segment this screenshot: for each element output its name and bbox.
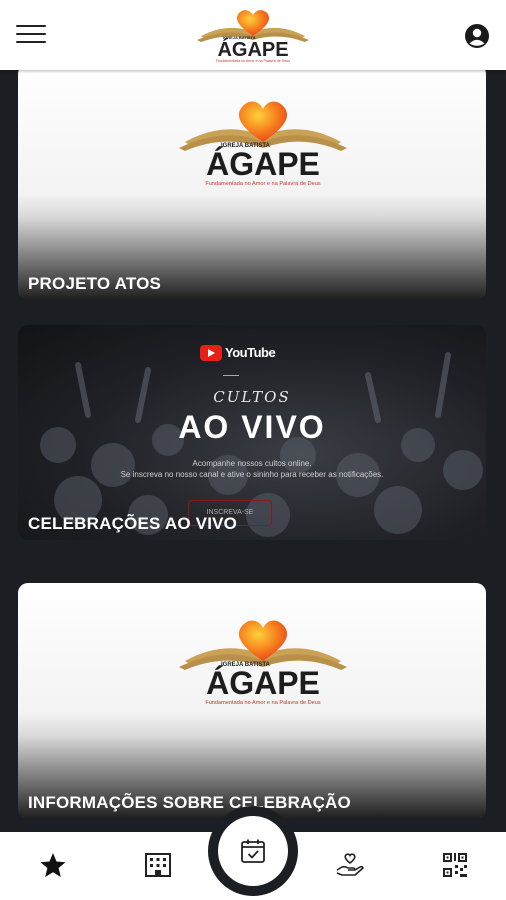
ao-vivo-heading: AO VIVO xyxy=(178,409,326,445)
card-informacoes-celebracao[interactable]: IGREJA BATISTA ÁGAPE Fundamentada no Amo… xyxy=(18,583,486,819)
svg-text:ÁGAPE: ÁGAPE xyxy=(206,665,320,701)
calendar-nav-button[interactable] xyxy=(218,816,288,886)
subtitle-line-2: Se inscreva no nosso canal e ative o sin… xyxy=(120,470,384,479)
church-logo: IGREJA BATISTA ÁGAPE Fundamentada no Amo… xyxy=(179,620,347,706)
account-circle-icon[interactable] xyxy=(464,23,490,49)
card-title: CELEBRAÇÕES AO VIVO xyxy=(28,514,238,533)
church-logo: IGREJA BATISTA ÁGAPE Fundamentada no Amo… xyxy=(197,10,309,63)
card-title: PROJETO ATOS xyxy=(28,274,162,293)
hamburger-menu-icon[interactable] xyxy=(16,25,46,47)
top-app-bar: IGREJA BATISTA ÁGAPE Fundamentada no Amo… xyxy=(0,0,506,70)
subtitle-line-1: Acompanhe nossos cultos online. xyxy=(192,459,312,468)
cultos-heading: CULTOS xyxy=(213,388,291,406)
svg-text:Fundamentada no Amor e na Pala: Fundamentada no Amor e na Palavra de Deu… xyxy=(205,181,321,187)
svg-text:ÁGAPE: ÁGAPE xyxy=(217,38,288,61)
star-icon[interactable] xyxy=(38,850,68,880)
card-projeto-atos[interactable]: IGREJA BATISTA ÁGAPE Fundamentada no Amo… xyxy=(18,70,486,300)
card-celebracoes-ao-vivo[interactable]: YouTube CULTOS AO VIVO Acompanhe nossos … xyxy=(18,325,486,540)
calendar-check-icon xyxy=(241,839,265,863)
feed: IGREJA BATISTA ÁGAPE Fundamentada no Amo… xyxy=(0,70,506,832)
card-title: INFORMAÇÕES SOBRE CELEBRAÇÃO xyxy=(28,793,351,812)
qr-code-icon[interactable] xyxy=(440,850,470,880)
church-logo: IGREJA BATISTA ÁGAPE Fundamentada no Amo… xyxy=(179,101,347,187)
svg-text:ÁGAPE: ÁGAPE xyxy=(206,146,320,182)
hand-heart-icon[interactable] xyxy=(335,850,365,880)
divider xyxy=(223,375,239,376)
building-icon[interactable] xyxy=(143,850,173,880)
svg-text:Fundamentada no Amor e na Pala: Fundamentada no Amor e na Palavra de Deu… xyxy=(205,700,321,706)
youtube-play-icon xyxy=(200,345,222,361)
svg-text:Fundamentada no Amor e na Pala: Fundamentada no Amor e na Palavra de Deu… xyxy=(216,59,290,63)
